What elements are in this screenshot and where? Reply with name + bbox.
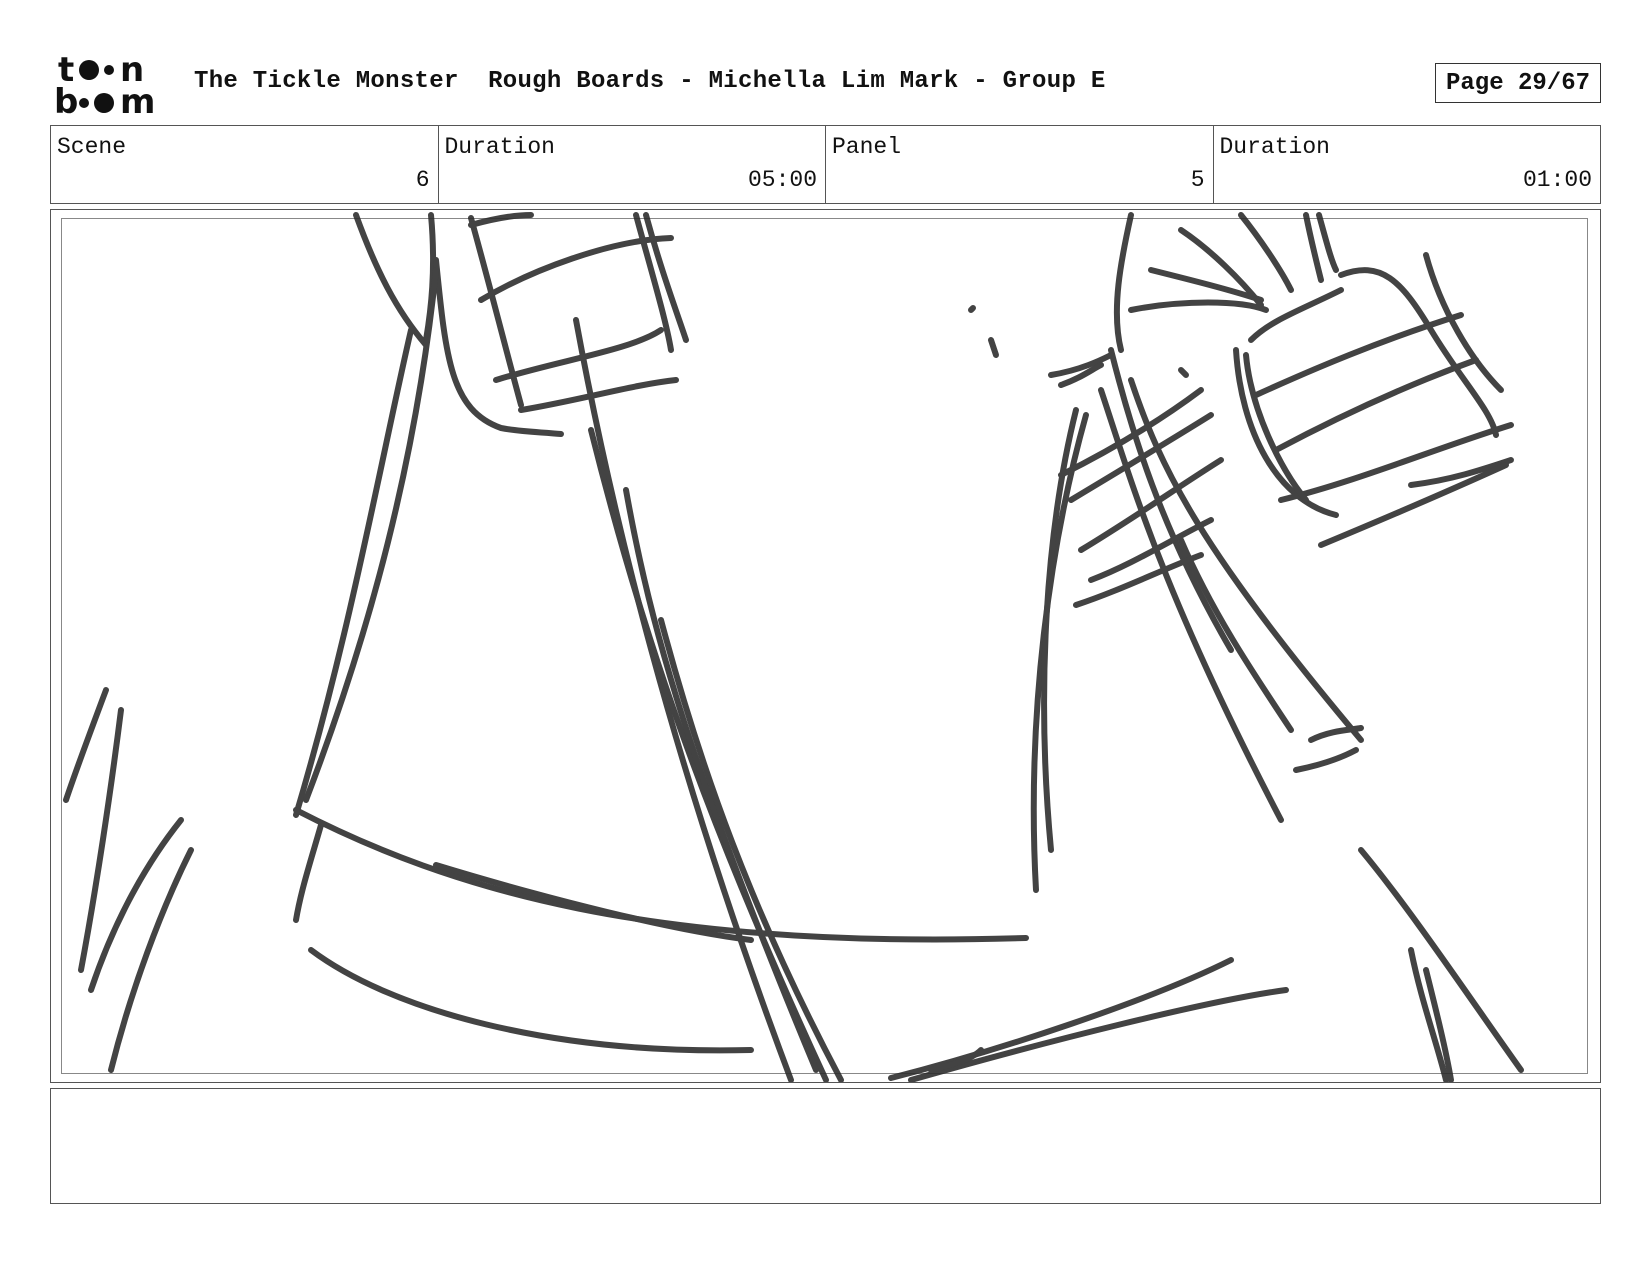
info-table: Scene 6 Duration 05:00 Panel 5 Duration … (50, 125, 1601, 204)
rough-sketch-image (63, 212, 1524, 1082)
panel-cell: Panel 5 (826, 126, 1214, 203)
scene-duration-cell: Duration 05:00 (439, 126, 826, 203)
document-title: The Tickle Monster Rough Boards - Michel… (194, 68, 1106, 95)
toon-boom-logo: t n b m (54, 52, 155, 116)
panel-notes-box (50, 1088, 1601, 1204)
scene-cell: Scene 6 (51, 126, 439, 203)
scene-label: Scene (57, 134, 127, 160)
panel-value: 5 (1190, 167, 1205, 193)
storyboard-panel (50, 209, 1601, 1083)
panel-label: Panel (832, 134, 902, 160)
panel-duration-value: 01:00 (1522, 167, 1592, 193)
project-title: The Tickle Monster (194, 68, 459, 95)
svg-text:m: m (120, 82, 155, 116)
scene-duration-value: 05:00 (747, 167, 817, 193)
page-number: Page 29/67 (1435, 63, 1601, 103)
svg-text:b: b (54, 82, 78, 116)
board-info: Rough Boards - Michella Lim Mark - Group… (488, 68, 1106, 95)
panel-duration-cell: Duration 01:00 (1214, 126, 1601, 203)
scene-duration-label: Duration (444, 134, 555, 160)
panel-duration-label: Duration (1219, 134, 1330, 160)
scene-value: 6 (415, 167, 430, 193)
